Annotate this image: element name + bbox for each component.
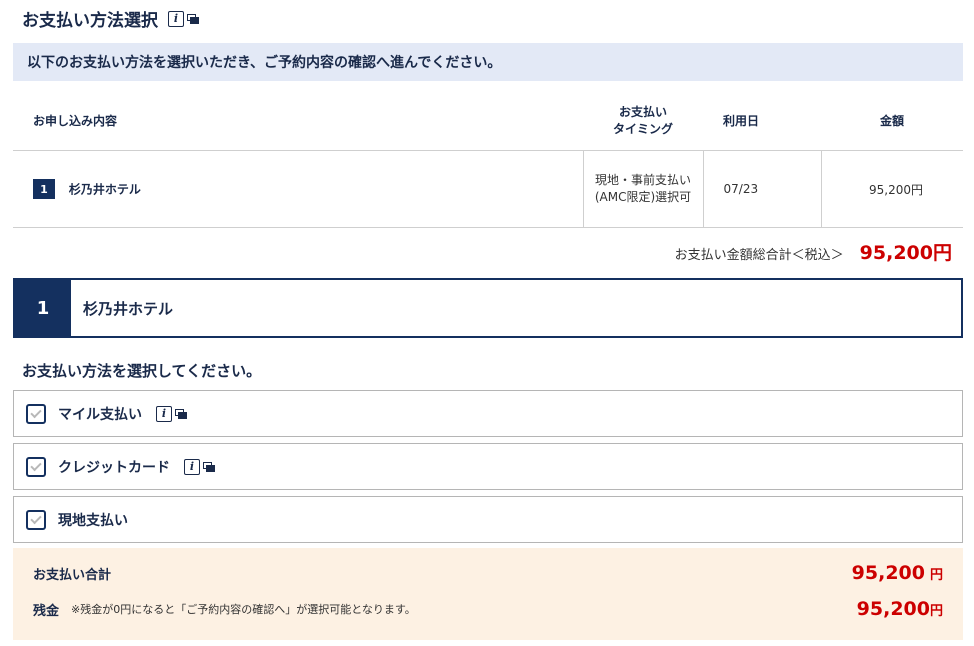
item-number-badge: 1 — [33, 179, 55, 199]
payment-method-credit-card[interactable]: クレジットカード i — [13, 443, 963, 490]
payment-total-unit: 円 — [929, 568, 943, 583]
grand-total-amount: 95,200円 — [859, 242, 952, 264]
credit-card-checkbox[interactable] — [26, 456, 46, 477]
page-title: お支払い方法選択 i — [22, 6, 199, 31]
row-amount: 95,200円 — [820, 150, 963, 228]
new-window-icon — [203, 461, 215, 472]
info-i-icon: i — [184, 458, 200, 475]
credit-card-info-icon[interactable]: i — [184, 458, 215, 475]
hotel-section-name: 杉乃井ホテル — [83, 299, 174, 318]
header-timing-line2: タイミング — [612, 122, 673, 136]
table-row: 1 杉乃井ホテル 現地・事前支払い(AMC限定)選択可 07/23 95,200… — [13, 150, 963, 228]
payment-total-value: 95,200 — [851, 562, 925, 584]
payment-method-mile[interactable]: マイル支払い i — [13, 390, 963, 437]
mile-info-icon[interactable]: i — [156, 405, 187, 422]
credit-card-label[interactable]: クレジットカード — [58, 457, 170, 477]
balance-row: 残金 ※残金が0円になると「ご予約内容の確認へ」が選択可能となります。 95,2… — [33, 598, 943, 620]
balance-note: ※残金が0円になると「ご予約内容の確認へ」が選択可能となります。 — [71, 603, 416, 616]
header-date: 利用日 — [703, 90, 821, 151]
onsite-label[interactable]: 現地支払い — [58, 510, 128, 530]
info-i-icon: i — [168, 10, 184, 27]
balance-amount: 95,200円 — [857, 598, 943, 620]
new-window-icon — [187, 13, 199, 24]
balance-unit: 円 — [929, 604, 943, 619]
grand-total: お支払い金額総合計＜税込＞ 95,200円 — [675, 238, 952, 265]
payment-total-row: お支払い合計 95,200 円 — [33, 562, 943, 584]
payment-method-onsite[interactable]: 現地支払い — [13, 496, 963, 543]
grand-total-label: お支払い金額総合計＜税込＞ — [674, 248, 844, 263]
mile-checkbox[interactable] — [26, 403, 46, 424]
row-content: 1 杉乃井ホテル — [13, 150, 583, 228]
hotel-section-header: 1 杉乃井ホテル — [13, 278, 963, 338]
balance-value: 95,200 — [856, 598, 930, 620]
order-summary-table: お申し込み内容 お支払い タイミング 利用日 金額 1 杉乃井ホテル 現地・事前… — [13, 90, 963, 228]
payment-total-amount: 95,200 円 — [852, 562, 943, 584]
info-i-icon: i — [156, 405, 172, 422]
hotel-name: 杉乃井ホテル — [68, 182, 141, 197]
mile-label[interactable]: マイル支払い — [58, 404, 142, 424]
row-date: 07/23 — [702, 150, 821, 228]
header-timing: お支払い タイミング — [583, 90, 703, 151]
page-title-text: お支払い方法選択 — [22, 11, 158, 31]
onsite-checkbox[interactable] — [26, 509, 46, 530]
hotel-section-number: 1 — [15, 280, 71, 336]
payment-total-label: お支払い合計 — [33, 567, 112, 583]
instruction-notice: 以下のお支払い方法を選択いただき、ご予約内容の確認へ進んでください。 — [13, 43, 963, 81]
header-content: お申し込み内容 — [13, 90, 583, 151]
summary-header-row: お申し込み内容 お支払い タイミング 利用日 金額 — [13, 90, 963, 151]
select-payment-prompt: お支払い方法を選択してください。 — [22, 362, 262, 380]
payment-total-panel: お支払い合計 95,200 円 残金 ※残金が0円になると「ご予約内容の確認へ」が… — [13, 548, 963, 640]
info-popup-icon[interactable]: i — [168, 10, 199, 27]
header-timing-line1: お支払い — [618, 105, 667, 119]
balance-label: 残金 — [33, 603, 60, 619]
new-window-icon — [175, 408, 187, 419]
row-timing: 現地・事前支払い(AMC限定)選択可 — [582, 150, 703, 228]
header-amount: 金額 — [821, 90, 963, 151]
